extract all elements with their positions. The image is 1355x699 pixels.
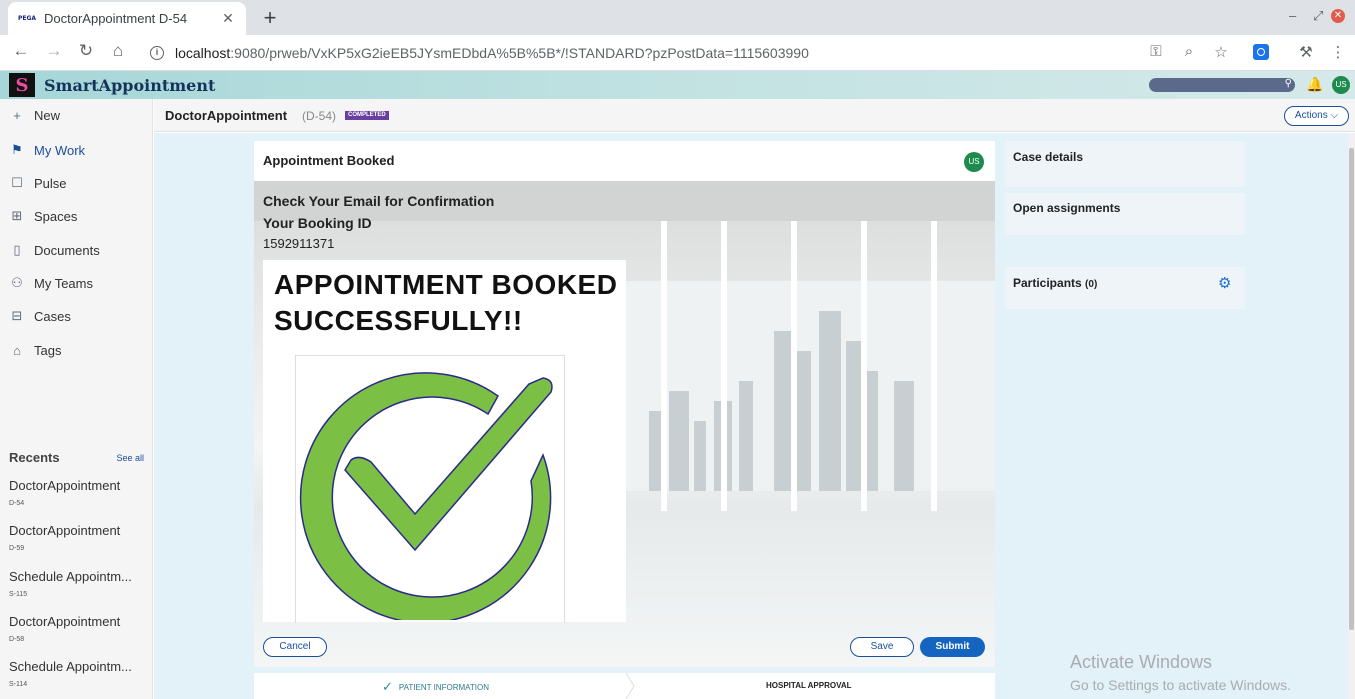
case-details-title: Case details — [1013, 150, 1084, 164]
app-title: SmartAppointment — [44, 76, 216, 95]
booking-id-label: Your Booking ID — [263, 215, 372, 231]
pega-favicon-icon: PEGA — [18, 15, 37, 22]
nav-item-my-teams[interactable]: ⚇ My Teams — [0, 268, 153, 298]
open-assignments-panel[interactable]: Open assignments — [1005, 193, 1245, 235]
app-logo[interactable]: S — [9, 73, 35, 97]
assignment-card: Appointment Booked US Check Your Email f… — [254, 141, 995, 667]
open-assignments-title: Open assignments — [1013, 201, 1121, 215]
nav-item-documents[interactable]: ▯ Documents — [0, 235, 153, 265]
recent-item[interactable]: DoctorAppointment D-59 — [9, 523, 149, 552]
success-heading: APPOINTMENT BOOKED SUCCESSFULLY!! — [274, 269, 618, 336]
recent-item[interactable]: Schedule Appointm... S-114 — [9, 659, 149, 688]
document-icon: ▯ — [13, 242, 21, 257]
stage-patient-information[interactable]: ✓ PATIENT INFORMATION — [382, 679, 489, 695]
actions-button[interactable]: Actions ⌵ — [1284, 106, 1349, 126]
grid-icon: ⊞ — [11, 208, 23, 223]
recent-item[interactable]: Schedule Appointm... S-115 — [9, 569, 149, 598]
user-avatar[interactable]: US — [1332, 76, 1350, 94]
participants-title: Participants (0) — [1013, 276, 1098, 290]
recent-item[interactable]: DoctorAppointment D-54 — [9, 478, 149, 507]
scrollbar-thumb[interactable] — [1349, 148, 1354, 630]
minimize-icon[interactable]: – — [1289, 8, 1296, 23]
checkmark-icon — [299, 372, 553, 620]
tab-close-icon[interactable]: ✕ — [220, 10, 236, 27]
page-scrollbar[interactable] — [1348, 133, 1355, 699]
nav-item-tags[interactable]: ⌂ Tags — [0, 335, 153, 365]
browser-toolbar: ← → ↻ ⌂ i localhost:9080/prweb/VxKP5xG2i… — [0, 35, 1355, 71]
new-tab-icon[interactable]: + — [259, 5, 281, 31]
bookmark-star-icon[interactable]: ☆ — [1211, 43, 1231, 61]
briefcase-icon: ⊟ — [11, 308, 23, 323]
nav-item-cases[interactable]: ⊟ Cases — [0, 301, 153, 331]
app-header: S SmartAppointment ⚲ 🔔 US — [0, 71, 1355, 99]
activation-watermark-subtitle: Go to Settings to activate Windows. — [1070, 677, 1291, 693]
address-bar[interactable]: i localhost:9080/prweb/VxKP5xG2ieEB5JYsm… — [146, 39, 1146, 66]
home-icon[interactable]: ⌂ — [108, 41, 128, 61]
card-header: Appointment Booked US — [254, 141, 995, 181]
case-header: DoctorAppointment (D-54) COMPLETED Actio… — [154, 99, 1355, 132]
check-icon: ✓ — [382, 679, 393, 694]
stage-hospital-approval[interactable]: HOSPITAL APPROVAL — [766, 681, 852, 690]
confirmation-message: Check Your Email for Confirmation — [263, 193, 495, 209]
gear-icon[interactable]: ⚙ — [1218, 274, 1231, 292]
back-icon[interactable]: ← — [11, 41, 31, 61]
forward-icon[interactable]: → — [44, 41, 64, 61]
tab-title: DoctorAppointment D-54 — [44, 11, 188, 26]
recents-title: Recents — [9, 450, 60, 465]
recents-header: Recents See all — [9, 450, 144, 465]
key-icon[interactable]: ⚿ — [1146, 43, 1166, 60]
reload-icon[interactable]: ↻ — [76, 41, 96, 61]
cancel-button[interactable]: Cancel — [263, 637, 327, 657]
url-text: localhost:9080/prweb/VxKP5xG2ieEB5JYsmED… — [175, 44, 809, 61]
left-navigation: + New ⚑ My Work ☐ Pulse ⊞ Spaces ▯ Docum… — [0, 99, 153, 699]
zoom-icon[interactable]: ⌕ — [1179, 43, 1199, 60]
status-badge: COMPLETED — [345, 111, 389, 120]
restore-icon[interactable]: ⤢ — [1313, 8, 1323, 24]
extension-icon[interactable]: ⚒ — [1296, 43, 1316, 61]
nav-item-pulse[interactable]: ☐ Pulse — [0, 168, 153, 198]
chat-icon: ☐ — [11, 175, 23, 190]
info-icon[interactable]: i — [150, 45, 164, 60]
stage-chevron-icon — [625, 673, 635, 699]
notification-bell-icon[interactable]: 🔔 — [1306, 76, 1323, 93]
case-details-panel[interactable]: Case details — [1005, 141, 1245, 187]
browser-tab-bar: PEGA DoctorAppointment D-54 ✕ + – ⤢ ✕ — [0, 0, 1355, 35]
nav-item-my-work[interactable]: ⚑ My Work — [0, 135, 153, 165]
browser-menu-icon[interactable]: ⋮ — [1328, 43, 1348, 61]
nav-item-spaces[interactable]: ⊞ Spaces — [0, 201, 153, 231]
success-image: APPOINTMENT BOOKED SUCCESSFULLY!! — [263, 260, 626, 623]
search-input[interactable]: ⚲ — [1149, 78, 1295, 92]
see-all-link[interactable]: See all — [116, 453, 144, 463]
participants-panel: Participants (0) ⚙ — [1005, 267, 1245, 309]
flag-icon: ⚑ — [11, 142, 23, 157]
stage-progress-bar: ✓ PATIENT INFORMATION HOSPITAL APPROVAL — [254, 673, 995, 699]
save-button[interactable]: Save — [850, 637, 914, 657]
tag-icon: ⌂ — [13, 342, 21, 358]
window-close-icon[interactable]: ✕ — [1331, 9, 1345, 23]
submit-button[interactable]: Submit — [920, 637, 985, 657]
team-icon: ⚇ — [11, 275, 23, 290]
recent-item[interactable]: DoctorAppointment D-58 — [9, 614, 149, 643]
nav-item-new[interactable]: + New — [0, 100, 153, 130]
assignee-avatar: US — [964, 152, 984, 172]
plus-icon: + — [13, 107, 21, 123]
browser-tab[interactable]: PEGA DoctorAppointment D-54 ✕ — [8, 2, 246, 35]
search-icon[interactable]: ⚲ — [1285, 78, 1292, 89]
activation-watermark-title: Activate Windows — [1070, 652, 1213, 672]
card-title: Appointment Booked — [263, 153, 395, 168]
screenshot-extension-icon[interactable] — [1253, 44, 1269, 60]
case-id: (D-54) — [302, 109, 337, 123]
booking-id-value: 1592911371 — [263, 236, 335, 251]
case-title: DoctorAppointment — [165, 108, 288, 123]
